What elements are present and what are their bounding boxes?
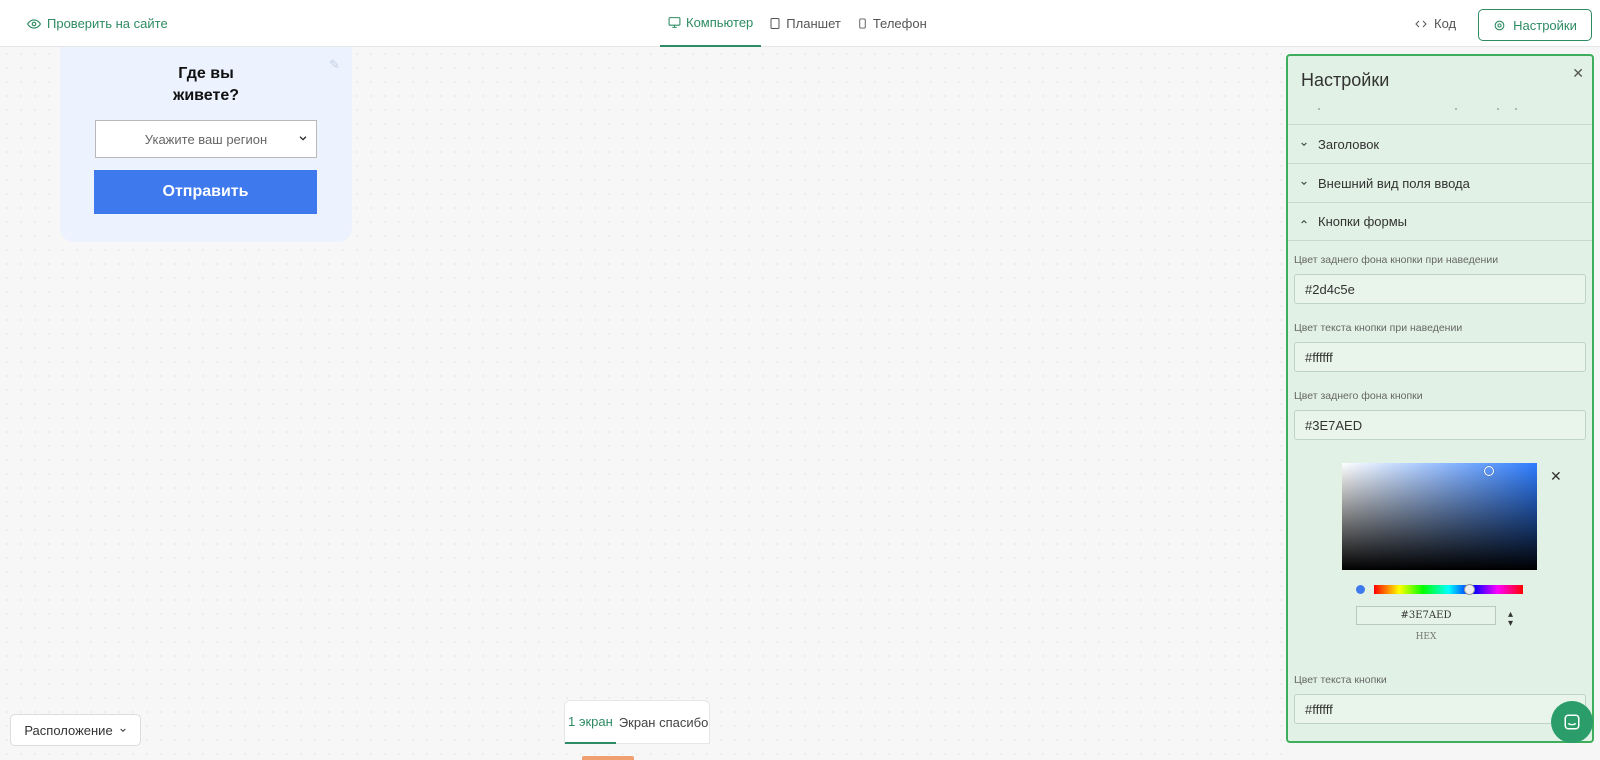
hex-mode-label: HEX [1415,632,1437,642]
tab-tablet-label: Планшет [786,16,841,31]
section-heading[interactable]: Заголовок [1288,124,1592,163]
tab-screen-1[interactable]: 1 экран [565,700,616,744]
saturation-picker[interactable] [1342,463,1537,570]
section-heading-label: Заголовок [1318,136,1380,152]
tab-phone[interactable]: Телефон [849,0,935,47]
chevron-down-icon [299,136,307,141]
hover-text-color-label: Цвет текста кнопки при наведении [1294,322,1463,334]
screen-tabs: 1 экран Экран спасибо [564,700,710,744]
form-widget[interactable]: ✎ Где вы живете? Укажите ваш регион Отпр… [60,47,352,242]
code-button[interactable]: Код [1414,0,1456,47]
chevron-down-icon [120,728,126,733]
bg-color-label: Цвет заднего фона кнопки [1294,390,1423,402]
scroll-hint [1288,108,1592,116]
hover-bg-color-label: Цвет заднего фона кнопки при наведении [1294,254,1499,266]
tab-thank-you-screen[interactable]: Экран спасибо [616,700,712,744]
eye-icon [27,18,41,29]
color-preview [1356,585,1365,594]
section-input-appearance[interactable]: Внешний вид поля ввода [1288,163,1592,202]
bg-color-input[interactable]: #3E7AED [1294,410,1586,440]
close-icon[interactable]: ✕ [1550,468,1562,485]
settings-panel: Настройки ✕ Заголовок Внешний вид поля в… [1286,54,1594,743]
chevron-up-icon [1301,219,1307,223]
hover-bg-color-input[interactable]: #2d4c5e [1294,274,1586,304]
saturation-handle[interactable] [1484,466,1494,476]
tablet-icon [770,18,780,29]
active-screen-marker [582,756,634,760]
close-icon[interactable]: ✕ [1572,65,1584,82]
region-select[interactable]: Укажите ваш регион [95,120,317,158]
gear-icon [1494,20,1505,30]
code-icon [1415,20,1427,27]
hover-text-color-input[interactable]: #ffffff [1294,342,1586,372]
layout-dropdown[interactable]: Расположение [10,714,141,746]
hex-input[interactable]: #3E7AED [1356,606,1496,625]
section-form-buttons[interactable]: Кнопки формы [1288,202,1592,241]
top-toolbar: Проверить на сайте Компьютер Планшет Тел… [0,0,1600,47]
phone-icon [859,18,866,29]
tab-desktop-label: Компьютер [686,15,754,30]
hue-slider[interactable] [1374,584,1523,595]
widget-title: Где вы живете? [60,63,352,107]
section-input-appearance-label: Внешний вид поля ввода [1318,175,1470,191]
hue-handle[interactable] [1464,584,1475,595]
device-tabs: Компьютер Планшет Телефон [660,0,935,47]
section-form-buttons-label: Кнопки формы [1318,214,1408,229]
editor-canvas: ✎ Где вы живете? Укажите ваш регион Отпр… [0,47,1282,760]
settings-label: Настройки [1513,17,1577,33]
region-select-placeholder: Укажите ваш регион [144,131,268,147]
chevron-down-icon [1301,181,1307,186]
layout-label: Расположение [24,722,113,738]
tab-desktop[interactable]: Компьютер [660,0,762,47]
panel-title: Настройки [1301,70,1390,90]
code-label: Код [1434,16,1457,31]
settings-button[interactable]: Настройки [1478,9,1592,41]
chat-button[interactable] [1551,701,1593,743]
mode-toggle-icon[interactable]: ▴ ▾ [1508,610,1513,629]
desktop-icon [668,17,681,28]
widget-title-line2: живете? [173,87,239,104]
tab-phone-label: Телефон [872,16,927,31]
text-color-input[interactable]: #ffffff [1294,694,1586,724]
widget-title-line1: Где вы [178,65,234,82]
check-on-site-link[interactable]: Проверить на сайте [27,0,168,47]
text-color-label: Цвет текста кнопки [1294,674,1387,686]
chevron-down-icon [1301,142,1307,147]
check-on-site-label: Проверить на сайте [47,16,168,31]
chat-icon [1564,714,1580,730]
tab-tablet[interactable]: Планшет [761,0,849,47]
submit-button[interactable]: Отправить [94,170,317,214]
